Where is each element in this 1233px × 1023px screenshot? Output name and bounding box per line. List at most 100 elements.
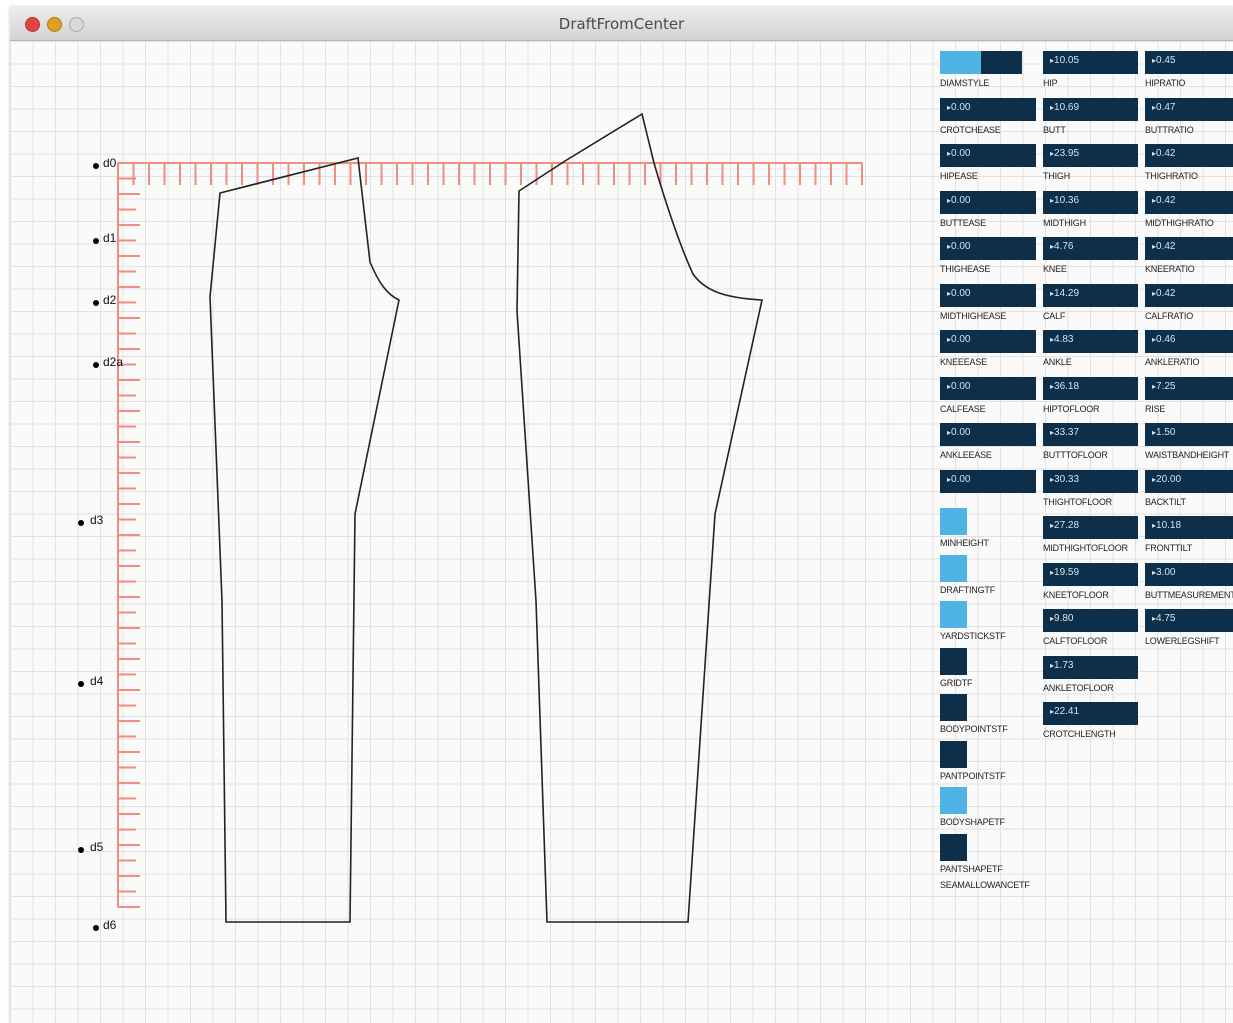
- slider-track[interactable]: 0.00: [940, 283, 1036, 307]
- slider-track[interactable]: 36.18: [1043, 376, 1138, 400]
- slider-label: BACKTILT: [1145, 496, 1186, 507]
- slider-value: 0.42: [1152, 148, 1175, 159]
- slider-label: LOWERLEGSHIFT: [1145, 636, 1220, 646]
- slider-track[interactable]: 10.18: [1145, 516, 1233, 539]
- horizontal-ruler: [117, 162, 863, 185]
- drafting-canvas[interactable]: d0 d1 d2 d2a d3 d4 d5 d6 DIAMSTYLE 0.00 CR…: [10, 41, 1233, 1023]
- toggle-checkbox[interactable]: [940, 647, 967, 675]
- toggle-label: YARDSTICKSTF: [940, 631, 1006, 641]
- marker-label-d1: d1: [103, 231, 117, 245]
- slider-label: ANKLETOFLOOR: [1043, 682, 1114, 693]
- toggle-checkbox[interactable]: [940, 554, 967, 582]
- slider-track[interactable]: 1.50: [1145, 423, 1233, 446]
- slider-value: 0.00: [947, 148, 970, 159]
- slider-label: KNEERATIO: [1145, 264, 1195, 274]
- slider-track[interactable]: 0.42: [1145, 190, 1233, 214]
- slider-track[interactable]: 10.05: [1043, 51, 1138, 74]
- toggle-checkbox[interactable]: [940, 787, 967, 814]
- slider-track[interactable]: 22.41: [1043, 702, 1138, 725]
- slider-label: BUTTRATIO: [1145, 124, 1194, 135]
- slider-label: THIGHTOFLOOR: [1043, 496, 1112, 507]
- vertical-ruler-ticks: [118, 162, 140, 908]
- slider-track[interactable]: 0.00: [940, 190, 1036, 214]
- slider-label: CALFRATIO: [1145, 310, 1194, 321]
- slider-label: ANKLERATIO: [1145, 357, 1200, 367]
- slider-track[interactable]: 33.37: [1043, 423, 1138, 446]
- slider-track[interactable]: 4.75: [1145, 609, 1233, 632]
- slider-value: 10.05: [1050, 55, 1079, 66]
- slider-track[interactable]: 10.36: [1043, 190, 1138, 214]
- slider-value: 10.36: [1050, 195, 1079, 206]
- slider-track[interactable]: 4.76: [1043, 237, 1138, 260]
- title-bar[interactable]: DraftFromCenter: [10, 7, 1233, 41]
- marker-label-d5: d5: [90, 840, 104, 854]
- slider-value: 19.59: [1050, 567, 1079, 578]
- slider-value: 0.42: [1152, 195, 1175, 206]
- slider-track[interactable]: 0.00: [940, 144, 1036, 167]
- marker-dot-d3: [78, 520, 84, 526]
- toggle-label: DRAFTINGTF: [940, 584, 995, 595]
- slider-label: MIDTHIGHRATIO: [1145, 217, 1214, 228]
- slider-label: MIDTHIGHTOFLOOR: [1043, 543, 1128, 553]
- slider-track[interactable]: 23.95: [1043, 144, 1138, 167]
- marker-label-d2: d2: [103, 293, 117, 307]
- marker-dot-d6: [93, 925, 99, 931]
- slider-label: KNEE: [1043, 264, 1067, 274]
- slider-track[interactable]: 4.83: [1043, 330, 1138, 353]
- slider-fill: [940, 51, 981, 74]
- slider-track[interactable]: 10.69: [1043, 97, 1138, 121]
- slider-value: 4.75: [1152, 613, 1175, 624]
- slider-track[interactable]: 30.33: [1043, 469, 1138, 493]
- slider-label: THIGHEASE: [940, 264, 991, 274]
- slider-value: 4.83: [1050, 334, 1073, 345]
- slider-track[interactable]: 0.00: [940, 469, 1036, 493]
- toggle-label: BODYPOINTSTF: [940, 724, 1008, 734]
- slider-track[interactable]: 0.42: [1145, 283, 1233, 307]
- slider-label: WAISTBANDHEIGHT: [1145, 450, 1230, 460]
- slider-value: 23.95: [1050, 148, 1079, 159]
- slider-value: 0.00: [947, 241, 970, 252]
- slider-label: CROTCHEASE: [940, 124, 1001, 135]
- toggle-checkbox[interactable]: [940, 833, 967, 861]
- slider-track[interactable]: 0.42: [1145, 237, 1233, 260]
- slider-track[interactable]: 0.45: [1145, 51, 1233, 74]
- slider-track[interactable]: 7.25: [1145, 376, 1233, 400]
- toggle-checkbox[interactable]: [940, 508, 967, 535]
- slider-track[interactable]: 0.00: [940, 330, 1036, 353]
- slider-track[interactable]: 0.00: [940, 423, 1036, 446]
- slider-track[interactable]: 1.73: [1043, 655, 1138, 679]
- slider-value: 3.00: [1152, 567, 1175, 578]
- slider-track[interactable]: 0.00: [940, 97, 1036, 121]
- slider-value: 10.18: [1152, 520, 1181, 531]
- slider-value: 0.00: [947, 195, 970, 206]
- slider-track[interactable]: 0.00: [940, 376, 1036, 400]
- slider-label: CALFTOFLOOR: [1043, 636, 1108, 646]
- slider-track[interactable]: 0.46: [1145, 330, 1233, 353]
- slider-label: MIDTHIGHEASE: [940, 310, 1007, 321]
- slider-label: KNEETOFLOOR: [1043, 589, 1109, 600]
- slider-track[interactable]: 0.47: [1145, 97, 1233, 121]
- slider-track[interactable]: 9.80: [1043, 609, 1138, 632]
- slider-track[interactable]: [940, 51, 1022, 74]
- slider-track[interactable]: 0.42: [1145, 144, 1233, 167]
- toggle-checkbox[interactable]: [940, 740, 967, 768]
- toggle-checkbox[interactable]: [940, 694, 967, 721]
- toggle-checkbox[interactable]: [940, 601, 967, 628]
- slider-value: 20.00: [1152, 474, 1181, 485]
- slider-track[interactable]: 20.00: [1145, 469, 1233, 493]
- slider-track[interactable]: 27.28: [1043, 516, 1138, 539]
- slider-track[interactable]: 3.00: [1145, 562, 1233, 586]
- slider-track[interactable]: 14.29: [1043, 283, 1138, 307]
- marker-dot-d2: [93, 300, 99, 306]
- marker-dot-d2a: [93, 362, 99, 368]
- slider-track[interactable]: 19.59: [1043, 562, 1138, 586]
- horizontal-ruler-ticks: [117, 163, 863, 185]
- slider-value: 0.00: [947, 334, 970, 345]
- slider-value: 36.18: [1050, 381, 1079, 392]
- slider-track[interactable]: 0.00: [940, 237, 1036, 260]
- slider-value: 22.41: [1050, 706, 1079, 717]
- slider-value: 1.73: [1050, 660, 1073, 671]
- slider-value: 0.42: [1152, 288, 1175, 299]
- slider-label: BUTTTOFLOOR: [1043, 450, 1108, 460]
- toggle-label: BODYSHAPETF: [940, 817, 1005, 827]
